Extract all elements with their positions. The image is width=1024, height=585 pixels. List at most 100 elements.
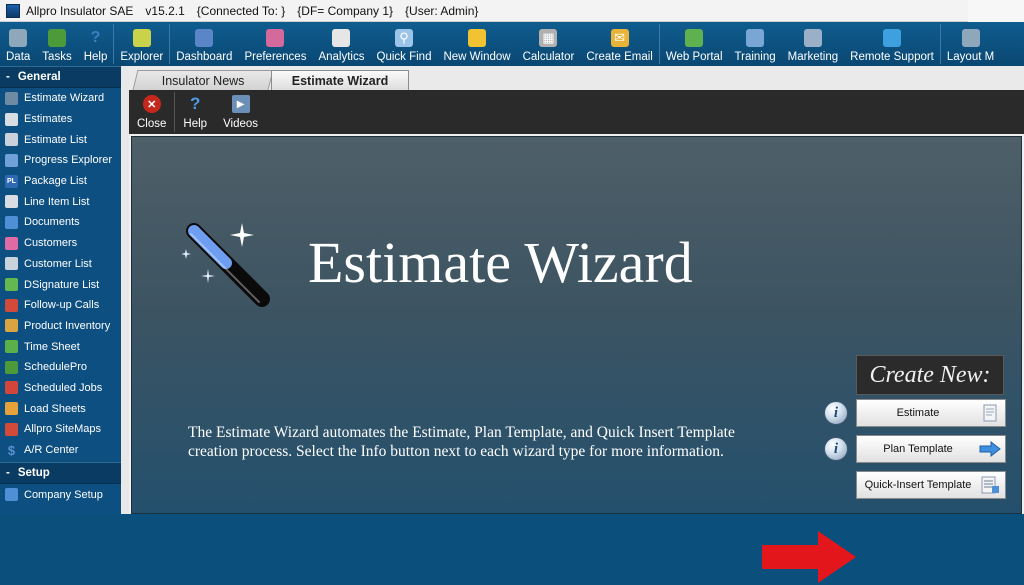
close-window-button[interactable] [968,0,1024,22]
video-clapper-icon: ▶ [231,95,250,113]
quick-insert-template-wizard-button[interactable]: Quick-Insert Template [856,471,1006,499]
ribbon-label: Create Email [586,51,653,63]
list-doc-icon [979,476,1001,494]
main-ribbon: Data Tasks ? Help Explorer Dashboard Preferenc… [0,22,1024,67]
sidebar-section-general[interactable]: - General [0,66,121,88]
collapse-icon: - [6,71,10,83]
title-bar: Allpro Insulator SAE v15.2.1 {Connected … [0,0,1024,22]
calendar-icon [5,381,18,395]
sidebar-item-estimate-wizard[interactable]: Estimate Wizard [0,88,121,109]
ribbon-label: Analytics [318,51,365,63]
help-button[interactable]: ? Help [175,90,215,134]
info-icon: i [833,440,839,457]
inventory-icon [5,319,18,333]
sidebar-item-label: DSignature List [24,278,100,291]
app-logo-icon [6,3,20,18]
sidebar-item-line-item-list[interactable]: Line Item List [0,191,121,212]
sidebar-item-progress-explorer[interactable]: Progress Explorer [0,150,121,171]
ribbon-training-button[interactable]: Training [729,22,782,66]
videos-label: Videos [223,118,259,130]
info-icon: i [833,404,839,421]
ribbon-label: Explorer [120,51,164,63]
ribbon-label: Tasks [42,51,72,63]
ribbon-layout-m-button[interactable]: Layout M [941,22,1000,66]
explorer-icon [132,29,151,47]
tab-estimate-wizard[interactable]: Estimate Wizard [271,70,409,90]
ribbon-data-button[interactable]: Data [0,22,36,66]
email-icon: ✉ [610,29,629,47]
sidebar-item-time-sheet[interactable]: Time Sheet [0,336,121,357]
ribbon-tasks-button[interactable]: Tasks [36,22,77,66]
sidebar-item-scheduled-jobs[interactable]: Scheduled Jobs [0,378,121,399]
customer-list-icon [5,257,18,271]
sidebar-item-estimates[interactable]: Estimates [0,109,121,130]
document-tabs: Insulator News Estimate Wizard [129,66,1024,90]
red-pointer-arrow-icon [762,531,856,583]
sidebar-item-label: Estimates [24,113,73,126]
sidebar-general-list: Estimate Wizard Estimates Estimate List Pro… [0,88,121,460]
close-button[interactable]: ✕ Close [129,90,174,134]
sidebar-item-label: Package List [24,175,87,188]
sidebar-item-label: Progress Explorer [24,154,113,167]
sidebar-item-dsignature-list[interactable]: DSignature List [0,274,121,295]
ribbon-label: Marketing [787,51,839,63]
ribbon-remote-support-button[interactable]: Remote Support [844,22,940,66]
ribbon-label: New Window [443,51,511,63]
ribbon-help-button[interactable]: ? Help [78,22,114,66]
videos-button[interactable]: ▶ Videos [215,90,266,134]
load-sheets-icon [5,402,18,416]
ribbon-analytics-button[interactable]: Analytics [312,22,370,66]
sidebar-item-company-setup[interactable]: Company Setup [0,484,121,505]
arrow-right-icon [979,440,1001,458]
estimates-icon [5,112,18,126]
ribbon-quick-find-button[interactable]: ⚲ Quick Find [371,22,438,66]
sidebar-scrollbar[interactable] [121,66,129,514]
sidebar-item-customers[interactable]: Customers [0,233,121,254]
help-label: Help [183,118,208,130]
sidebar-item-customer-list[interactable]: Customer List [0,254,121,275]
estimate-wizard-button[interactable]: Estimate [856,399,1006,427]
ribbon-new-window-button[interactable]: New Window [437,22,516,66]
wand-icon [5,91,18,105]
sidebar-item-load-sheets[interactable]: Load Sheets [0,398,121,419]
sidebar-item-package-list[interactable]: PL Package List [0,171,121,192]
ribbon-label: Web Portal [665,51,723,63]
ribbon-web-portal-button[interactable]: Web Portal [660,22,729,66]
estimate-info-button[interactable]: i [824,401,848,425]
sidebar-item-documents[interactable]: Documents [0,212,121,233]
ribbon-preferences-button[interactable]: Preferences [238,22,312,66]
dollar-icon: $ [7,442,16,458]
ribbon-dashboard-button[interactable]: Dashboard [170,22,238,66]
sidebar-item-a-r-center[interactable]: $ A/R Center [0,440,121,461]
database-icon [9,29,28,47]
sidebar-section-setup[interactable]: - Setup [0,462,121,485]
user-status: {User: Admin} [405,3,479,18]
company-setup-icon [5,488,18,502]
main-panel: Insulator News Estimate Wizard ✕ Close ?… [129,66,1024,583]
tab-insulator-news[interactable]: Insulator News [132,70,274,90]
plan-template-info-button[interactable]: i [824,437,848,461]
sidebar-item-allpro-sitemaps[interactable]: Allpro SiteMaps [0,419,121,440]
search-icon: ⚲ [394,29,413,47]
sidebar-item-follow-up-calls[interactable]: Follow-up Calls [0,295,121,316]
analytics-icon [332,29,351,47]
ribbon-marketing-button[interactable]: Marketing [782,22,845,66]
dashboard-icon [195,29,214,47]
ribbon-create-email-button[interactable]: ✉ Create Email [580,22,658,66]
sidebar-item-product-inventory[interactable]: Product Inventory [0,316,121,337]
minimize-button[interactable] [856,0,912,22]
help-icon: ? [90,29,101,46]
sidebar: - General Estimate Wizard Estimates Estima… [0,66,121,514]
sidebar-item-schedulepro[interactable]: SchedulePro [0,357,121,378]
ribbon-calculator-button[interactable]: ▦ Calculator [517,22,581,66]
ribbon-label: Dashboard [176,51,233,63]
sidebar-item-label: Scheduled Jobs [24,381,103,394]
ribbon-label: Training [734,51,776,63]
plan-template-wizard-button[interactable]: Plan Template [856,435,1006,463]
tasks-icon [48,29,66,47]
ribbon-explorer-button[interactable]: Explorer [114,22,169,66]
sidebar-item-estimate-list[interactable]: Estimate List [0,129,121,150]
sidebar-item-label: Documents [24,216,80,229]
maximize-button[interactable] [912,0,968,22]
close-icon: ✕ [142,95,161,113]
